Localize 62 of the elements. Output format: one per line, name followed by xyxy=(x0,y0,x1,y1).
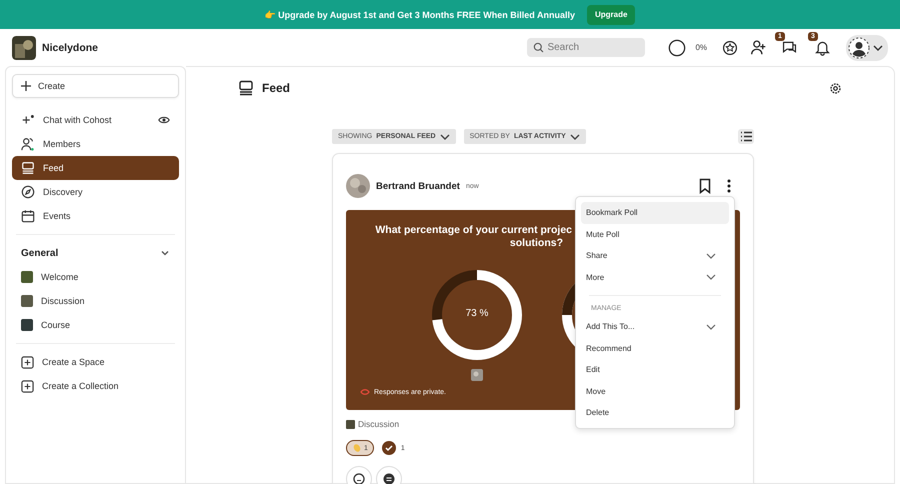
add-box-icon xyxy=(21,356,34,368)
menu-item[interactable]: Recommend xyxy=(581,338,729,359)
create-link[interactable]: Create a Space xyxy=(12,350,179,374)
progress-percent: 0% xyxy=(695,43,707,52)
menu-item[interactable]: Add This To... xyxy=(581,316,729,338)
bookmark-icon[interactable] xyxy=(698,178,712,194)
page-title: Feed xyxy=(262,81,290,95)
nav-item[interactable]: Events xyxy=(12,204,179,228)
feed-icon xyxy=(21,161,35,175)
chevron-down-icon xyxy=(570,132,580,140)
poll-percent: 73 % xyxy=(466,308,488,319)
nav-item[interactable]: Discovery xyxy=(12,180,179,204)
smiley-icon xyxy=(353,473,365,484)
create-link[interactable]: Create a Collection xyxy=(12,374,179,398)
nav-item[interactable]: Members xyxy=(12,132,179,156)
search-field[interactable]: Search xyxy=(527,38,646,57)
more-options-icon[interactable] xyxy=(726,178,732,194)
nav-item[interactable]: Chat with Cohost xyxy=(12,108,179,132)
menu-item[interactable]: Move xyxy=(581,380,729,402)
comment-icon xyxy=(383,473,395,484)
chevron-down-icon[interactable] xyxy=(160,248,170,258)
space-item[interactable]: Course xyxy=(12,313,179,337)
menu-item[interactable]: Edit xyxy=(581,359,729,380)
compass-icon xyxy=(21,185,35,199)
space-link[interactable]: Discussion xyxy=(346,419,400,429)
nav-item[interactable]: Feed xyxy=(12,156,179,180)
calendar-icon xyxy=(21,209,35,223)
site-name: Nicelydone xyxy=(42,42,98,54)
add-user-icon[interactable] xyxy=(750,39,767,56)
chevron-down-icon xyxy=(873,42,883,52)
menu-item[interactable]: Bookmark Poll xyxy=(581,202,729,224)
eye-icon[interactable] xyxy=(158,115,170,125)
menu-item[interactable]: Mute Poll xyxy=(581,224,729,245)
list-view-button[interactable] xyxy=(738,129,754,144)
author-name[interactable]: Bertrand Bruandet xyxy=(376,180,460,192)
members-icon xyxy=(21,137,35,151)
space-item[interactable]: Welcome xyxy=(12,265,179,289)
badge-icon[interactable] xyxy=(722,40,738,56)
space-item[interactable]: Discussion xyxy=(12,289,179,313)
poll-question: What percentage of your current projec xyxy=(374,224,572,237)
account-menu-button[interactable] xyxy=(846,34,888,60)
promo-message: 👉 Upgrade by August 1st and Get 3 Months FREE When Billed Annually xyxy=(264,10,575,20)
avatar-icon xyxy=(848,36,870,58)
progress-ring-icon[interactable] xyxy=(668,38,686,56)
add-box-icon xyxy=(21,380,34,392)
poll-question: solutions? xyxy=(508,237,564,250)
bell-icon[interactable] xyxy=(814,39,831,56)
clap-icon xyxy=(352,443,362,453)
menu-item[interactable]: More xyxy=(581,266,729,288)
settings-icon[interactable] xyxy=(829,82,842,94)
chevron-down-icon xyxy=(440,132,450,140)
menu-item[interactable]: Delete xyxy=(581,402,729,424)
section-title: General xyxy=(21,248,58,258)
upgrade-button[interactable]: Upgrade xyxy=(586,4,636,24)
feed-icon xyxy=(238,80,254,96)
hidden-eye-icon xyxy=(360,388,370,396)
plus-icon xyxy=(21,81,31,91)
option-thumbnail xyxy=(471,369,483,381)
author-avatar xyxy=(346,174,370,198)
check-icon xyxy=(382,441,396,455)
create-button[interactable]: Create xyxy=(12,74,179,98)
menu-item[interactable]: Share xyxy=(581,245,729,266)
